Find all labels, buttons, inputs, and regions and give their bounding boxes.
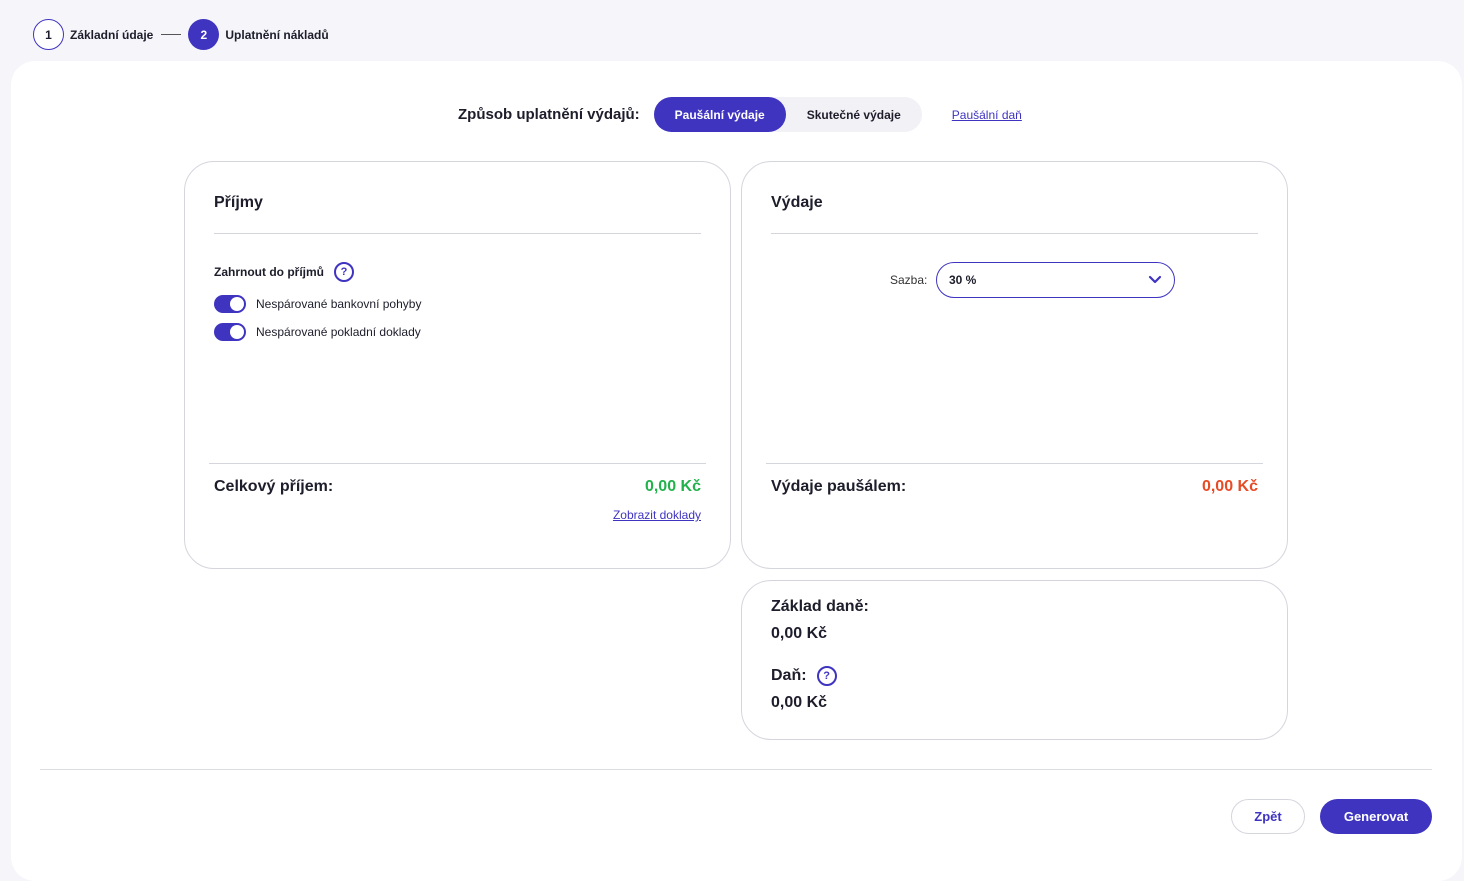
question-icon[interactable]: ? bbox=[816, 666, 837, 686]
toggle-row-cash: Nespárované pokladní doklady bbox=[214, 323, 421, 341]
expense-method-toggle: Paušální výdaje Skutečné výdaje bbox=[653, 97, 922, 132]
rate-label: Sazba: bbox=[890, 273, 928, 287]
tax-label-row: Daň: ? bbox=[771, 666, 837, 686]
unpaired-bank-label: Nespárované bankovní pohyby bbox=[256, 297, 422, 311]
tax-base-label: Základ daně: bbox=[771, 598, 869, 615]
stepper: 1 Základní údaje 2 Uplatnění nákladů bbox=[33, 19, 329, 50]
step-connector bbox=[161, 34, 182, 35]
income-title: Příjmy bbox=[214, 194, 263, 211]
expenses-title-divider bbox=[771, 233, 1258, 234]
toggle-row-bank: Nespárované bankovní pohyby bbox=[214, 295, 421, 313]
step-1-label[interactable]: Základní údaje bbox=[70, 28, 153, 42]
question-icon[interactable]: ? bbox=[334, 262, 354, 282]
unpaired-bank-toggle[interactable] bbox=[214, 295, 246, 313]
flat-tax-link[interactable]: Paušální daň bbox=[952, 108, 1022, 122]
chevron-down-icon bbox=[1148, 275, 1162, 285]
step-1-circle[interactable]: 1 bbox=[33, 19, 64, 50]
expenses-total-divider bbox=[766, 463, 1263, 464]
tax-base-value: 0,00 Kč bbox=[771, 625, 828, 642]
income-total-divider bbox=[209, 463, 706, 464]
flat-rate-expenses-option[interactable]: Paušální výdaje bbox=[653, 97, 786, 132]
tax-label: Daň: bbox=[771, 667, 807, 684]
expenses-total-label: Výdaje paušálem: bbox=[771, 478, 907, 495]
expenses-card bbox=[741, 161, 1288, 569]
include-in-income-label: Zahrnout do příjmů bbox=[214, 265, 324, 279]
rate-select-value: 30 % bbox=[949, 273, 977, 287]
rate-select[interactable]: 30 % bbox=[936, 262, 1175, 298]
step-2-label[interactable]: Uplatnění nákladů bbox=[225, 28, 328, 42]
unpaired-cash-label: Nespárované pokladní doklady bbox=[256, 325, 421, 339]
income-title-divider bbox=[214, 233, 701, 234]
footer-divider bbox=[40, 769, 1432, 770]
back-button[interactable]: Zpět bbox=[1231, 799, 1305, 834]
income-total-label: Celkový příjem: bbox=[214, 478, 334, 495]
show-documents-link[interactable]: Zobrazit doklady bbox=[560, 508, 701, 522]
generate-button[interactable]: Generovat bbox=[1320, 799, 1432, 834]
include-in-income-row: Zahrnout do příjmů ? bbox=[214, 262, 354, 282]
expense-method-label: Způsob uplatnění výdajů: bbox=[458, 106, 640, 123]
step-2-circle[interactable]: 2 bbox=[188, 19, 220, 50]
income-total-value: 0,00 Kč bbox=[644, 478, 701, 495]
expense-method-row: Způsob uplatnění výdajů: Paušální výdaje… bbox=[458, 97, 1022, 132]
tax-value: 0,00 Kč bbox=[771, 694, 828, 711]
actual-expenses-option[interactable]: Skutečné výdaje bbox=[786, 97, 922, 132]
expenses-total-value: 0,00 Kč bbox=[1201, 478, 1258, 495]
unpaired-cash-toggle[interactable] bbox=[214, 323, 246, 341]
expenses-title: Výdaje bbox=[771, 194, 823, 211]
